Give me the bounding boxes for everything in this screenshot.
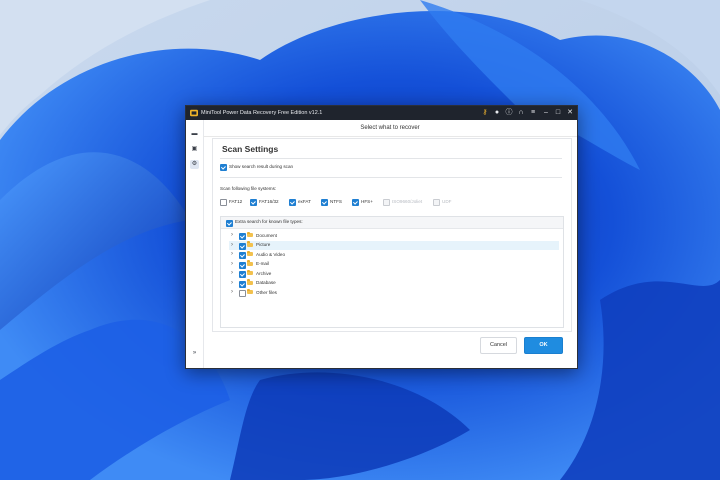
tree-item-email[interactable]: › E-mail: [229, 260, 559, 269]
hfs-checkbox[interactable]: [352, 199, 359, 206]
minimize-icon[interactable]: –: [541, 108, 551, 118]
tree-item-label: Document: [256, 232, 277, 238]
tree-item-other-files[interactable]: › Other files: [229, 288, 559, 297]
key-icon[interactable]: ⚷: [480, 108, 490, 118]
iso9660-label: ISO9660/Joliet: [392, 198, 423, 204]
drive-icon[interactable]: ▬: [190, 130, 199, 139]
folder-icon: [247, 260, 253, 266]
show-search-result-label: Show search result during scan: [229, 163, 294, 169]
tree-item-audio-video[interactable]: › Audio & Video: [229, 250, 559, 259]
archive-checkbox[interactable]: [239, 271, 246, 278]
other-files-checkbox[interactable]: [239, 290, 246, 297]
scan-settings-panel: Scan Settings Show search result during …: [212, 138, 572, 332]
app-logo-icon: [190, 109, 198, 117]
iso9660-checkbox: [383, 199, 390, 206]
tree-item-label: Audio & Video: [256, 251, 286, 257]
chevron-right-icon[interactable]: ›: [231, 280, 233, 287]
title-bar: MiniTool Power Data Recovery Free Editio…: [186, 106, 577, 120]
folder-icon: [247, 241, 253, 247]
tree-item-database[interactable]: › Database: [229, 279, 559, 288]
fat12-checkbox[interactable]: [220, 199, 227, 206]
tree-item-label: Other files: [256, 289, 277, 295]
folder-icon: [247, 269, 253, 275]
extra-search-checkbox[interactable]: [226, 219, 233, 227]
exfat-checkbox[interactable]: [289, 199, 296, 206]
chevron-right-icon[interactable]: ›: [231, 270, 233, 277]
ok-button[interactable]: OK: [524, 337, 563, 354]
udf-checkbox: [433, 199, 440, 206]
chevron-right-icon[interactable]: ›: [231, 242, 233, 249]
info-icon[interactable]: ⓘ: [504, 108, 514, 118]
tree-item-label: Archive: [256, 270, 272, 276]
folder-recovery-icon[interactable]: ▣: [190, 145, 199, 154]
hfs-label: HFS+: [361, 198, 373, 204]
cancel-button[interactable]: Cancel: [480, 337, 517, 354]
menu-icon[interactable]: ≡: [528, 108, 538, 118]
fat12-label: FAT12: [229, 198, 243, 204]
extra-search-label: Extra search for known file types:: [235, 219, 303, 224]
exfat-label: exFAT: [298, 198, 311, 204]
sidebar: ▬ ▣ ⚙ »: [186, 120, 204, 368]
chevron-right-icon[interactable]: ›: [231, 289, 233, 296]
divider: [220, 177, 562, 178]
email-checkbox[interactable]: [239, 261, 246, 269]
headset-icon[interactable]: ∩: [516, 108, 526, 118]
document-checkbox[interactable]: [239, 233, 246, 240]
show-search-result-checkbox[interactable]: [220, 164, 227, 171]
file-types-header: Extra search for known file types:: [221, 217, 563, 229]
tree-item-label: Database: [256, 280, 276, 285]
chevron-right-icon[interactable]: ›: [231, 232, 233, 239]
picture-checkbox[interactable]: [239, 242, 246, 250]
tree-item-label: E-mail: [256, 261, 270, 266]
ntfs-label: NTFS: [330, 198, 342, 204]
chevron-right-icon[interactable]: ›: [231, 251, 233, 258]
folder-icon: [247, 231, 253, 237]
settings-icon[interactable]: ⚙: [190, 160, 199, 169]
app-window: MiniTool Power Data Recovery Free Editio…: [185, 105, 578, 369]
tree-item-picture[interactable]: › Picture: [229, 240, 559, 250]
chevron-right-icon[interactable]: ›: [231, 261, 233, 268]
folder-icon: [247, 288, 253, 294]
section-title: Scan Settings: [222, 144, 279, 154]
close-icon[interactable]: ✕: [565, 108, 575, 118]
ntfs-checkbox[interactable]: [321, 199, 328, 206]
folder-icon: [247, 279, 253, 285]
file-systems-label: Scan following file systems:: [220, 186, 277, 191]
maximize-icon[interactable]: □: [553, 108, 563, 118]
tree-item-archive[interactable]: › Archive: [229, 269, 559, 278]
tree-item-label: Picture: [256, 242, 271, 247]
udf-label: UDF: [442, 198, 452, 204]
folder-icon: [247, 250, 253, 256]
tree-item-document[interactable]: › Document: [229, 231, 559, 240]
page-header: Select what to recover: [203, 120, 577, 137]
audio-video-checkbox[interactable]: [239, 252, 246, 259]
database-checkbox[interactable]: [239, 280, 246, 288]
window-title: MiniTool Power Data Recovery Free Editio…: [201, 110, 323, 116]
bell-icon[interactable]: ●: [492, 108, 502, 118]
divider: [220, 158, 562, 159]
expand-sidebar-icon[interactable]: »: [190, 349, 199, 358]
fat16-32-checkbox[interactable]: [250, 199, 257, 206]
file-types-box: Extra search for known file types: › Doc…: [220, 216, 564, 328]
fat16-32-label: FAT16/32: [259, 198, 279, 204]
